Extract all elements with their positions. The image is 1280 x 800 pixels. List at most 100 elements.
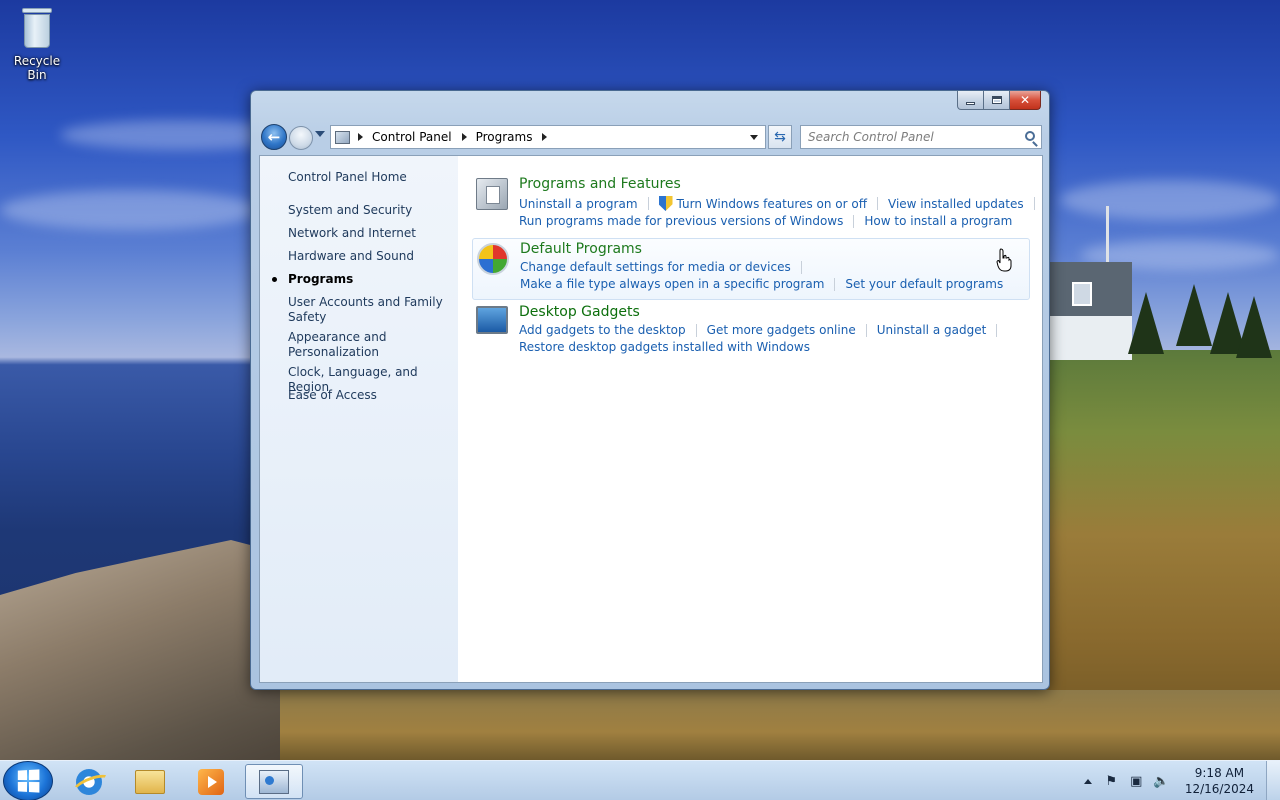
link-divider: [695, 323, 697, 337]
breadcrumb-arrow-icon[interactable]: [542, 133, 548, 141]
nav-control-panel-home[interactable]: Control Panel Home: [288, 170, 453, 185]
refresh-button[interactable]: ⇆: [768, 125, 792, 149]
nav-network-internet[interactable]: Network and Internet: [288, 226, 453, 241]
link-row: Add gadgets to the desktop Get more gadg…: [519, 323, 1007, 337]
action-center-flag-icon[interactable]: ⚑: [1104, 774, 1119, 789]
category-desktop-gadgets: Desktop Gadgets Add gadgets to the deskt…: [472, 304, 1030, 356]
link-row: Uninstall a program Turn Windows feature…: [519, 196, 1045, 211]
set-defaults-link[interactable]: Set your default programs: [845, 277, 1003, 291]
recycle-bin-icon: [20, 6, 54, 50]
wallpaper-cloud: [0, 190, 260, 230]
taskbar-media-player[interactable]: [182, 764, 240, 799]
search-input[interactable]: [801, 126, 1011, 148]
uninstall-program-link[interactable]: Uninstall a program: [519, 197, 638, 211]
more-gadgets-link[interactable]: Get more gadgets online: [707, 323, 856, 337]
category-programs-features: Programs and Features Uninstall a progra…: [472, 176, 1035, 232]
programs-features-icon[interactable]: [476, 178, 508, 210]
media-player-icon: [198, 768, 224, 795]
taskbar-windows-explorer[interactable]: [121, 764, 179, 799]
internet-explorer-icon: [76, 768, 102, 795]
left-navigation-pane: Control Panel Home System and Security N…: [260, 156, 458, 682]
notification-area: ⚑ ▣ 🔈 9:18 AM 12/16/2024: [1083, 761, 1280, 800]
wallpaper-grass-bottom: [280, 690, 1280, 760]
wallpaper-tree: [1236, 296, 1272, 358]
add-gadgets-link[interactable]: Add gadgets to the desktop: [519, 323, 686, 337]
default-programs-icon[interactable]: [477, 243, 509, 275]
nav-programs[interactable]: Programs: [288, 272, 453, 287]
installed-updates-link[interactable]: View installed updates: [888, 197, 1024, 211]
breadcrumb-arrow-icon[interactable]: [461, 133, 467, 141]
restore-gadgets-link[interactable]: Restore desktop gadgets installed with W…: [519, 340, 810, 354]
nav-system-security[interactable]: System and Security: [288, 203, 453, 218]
address-dropdown-icon[interactable]: [750, 135, 758, 140]
desktop-gadgets-title[interactable]: Desktop Gadgets: [519, 304, 640, 320]
start-button[interactable]: [3, 761, 53, 800]
how-to-install-link[interactable]: How to install a program: [864, 214, 1012, 228]
link-row: Change default settings for media or dev…: [520, 260, 812, 274]
recycle-bin-shortcut[interactable]: Recycle Bin: [4, 6, 70, 82]
show-desktop-button[interactable]: [1266, 761, 1280, 800]
breadcrumb-programs[interactable]: Programs: [476, 130, 533, 144]
windows-logo-icon: [17, 769, 40, 793]
default-programs-title[interactable]: Default Programs: [520, 241, 642, 257]
link-divider: [1033, 197, 1035, 210]
compatibility-link[interactable]: Run programs made for previous versions …: [519, 214, 843, 228]
active-bullet-icon: [272, 277, 277, 282]
clock[interactable]: 9:18 AM 12/16/2024: [1185, 765, 1254, 797]
back-button[interactable]: ←: [261, 124, 287, 150]
control-panel-icon: [335, 130, 350, 144]
maximize-icon: [991, 96, 1002, 104]
wallpaper-tree: [1128, 292, 1164, 354]
navigation-bar: ← Control Panel Programs ⇆: [259, 123, 1043, 151]
volume-icon[interactable]: 🔈: [1153, 774, 1169, 789]
wallpaper-house: [1050, 262, 1132, 360]
link-divider: [996, 323, 998, 337]
taskbar-control-panel[interactable]: [245, 764, 303, 799]
media-defaults-link[interactable]: Change default settings for media or dev…: [520, 260, 791, 274]
wallpaper-tree: [1176, 284, 1212, 346]
programs-features-title[interactable]: Programs and Features: [519, 176, 681, 192]
recent-pages-dropdown[interactable]: [315, 131, 325, 137]
nav-hardware-sound[interactable]: Hardware and Sound: [288, 249, 453, 264]
maximize-button[interactable]: [984, 91, 1010, 110]
desktop-gadgets-icon[interactable]: [476, 306, 508, 334]
forward-button[interactable]: [289, 126, 313, 150]
link-divider: [853, 214, 855, 228]
main-pane: Programs and Features Uninstall a progra…: [458, 156, 1042, 682]
breadcrumb-arrow-icon[interactable]: [358, 133, 363, 141]
nav-user-accounts[interactable]: User Accounts and Family Safety: [288, 295, 453, 325]
windows-explorer-icon: [135, 769, 165, 794]
windows-features-link[interactable]: Turn Windows features on or off: [677, 197, 868, 211]
network-icon[interactable]: ▣: [1129, 774, 1144, 789]
back-arrow-icon: ←: [267, 128, 281, 146]
minimize-button[interactable]: [957, 91, 984, 110]
link-row: Restore desktop gadgets installed with W…: [519, 340, 810, 354]
nav-appearance[interactable]: Appearance and Personalization: [288, 330, 453, 360]
show-hidden-icons-icon[interactable]: [1083, 778, 1092, 784]
control-panel-icon: [259, 769, 289, 794]
search-box[interactable]: [800, 125, 1042, 149]
clock-time: 9:18 AM: [1194, 766, 1245, 780]
link-divider: [865, 323, 867, 337]
caption-buttons: ✕: [957, 91, 1041, 110]
link-divider: [647, 197, 649, 210]
search-icon[interactable]: [1025, 131, 1035, 141]
wallpaper-cloud: [1060, 180, 1280, 220]
uninstall-gadget-link[interactable]: Uninstall a gadget: [877, 323, 987, 337]
link-row: Make a file type always open in a specif…: [520, 277, 1003, 291]
breadcrumb-control-panel[interactable]: Control Panel: [372, 130, 452, 144]
refresh-icon: ⇆: [774, 129, 786, 145]
content-area: Control Panel Home System and Security N…: [259, 155, 1043, 683]
file-type-link[interactable]: Make a file type always open in a specif…: [520, 277, 824, 291]
address-bar[interactable]: Control Panel Programs: [330, 125, 766, 149]
link-divider: [834, 277, 836, 291]
close-button[interactable]: ✕: [1010, 91, 1041, 110]
nav-ease-of-access[interactable]: Ease of Access: [288, 388, 453, 403]
link-divider: [877, 197, 879, 210]
recycle-bin-label: Recycle Bin: [13, 54, 61, 82]
close-icon: ✕: [1019, 93, 1031, 107]
control-panel-window: ✕ ← Control Panel Programs ⇆ Control Pan…: [250, 90, 1050, 690]
taskbar-internet-explorer[interactable]: [60, 764, 118, 799]
uac-shield-icon: [658, 196, 673, 211]
link-divider: [800, 260, 802, 274]
